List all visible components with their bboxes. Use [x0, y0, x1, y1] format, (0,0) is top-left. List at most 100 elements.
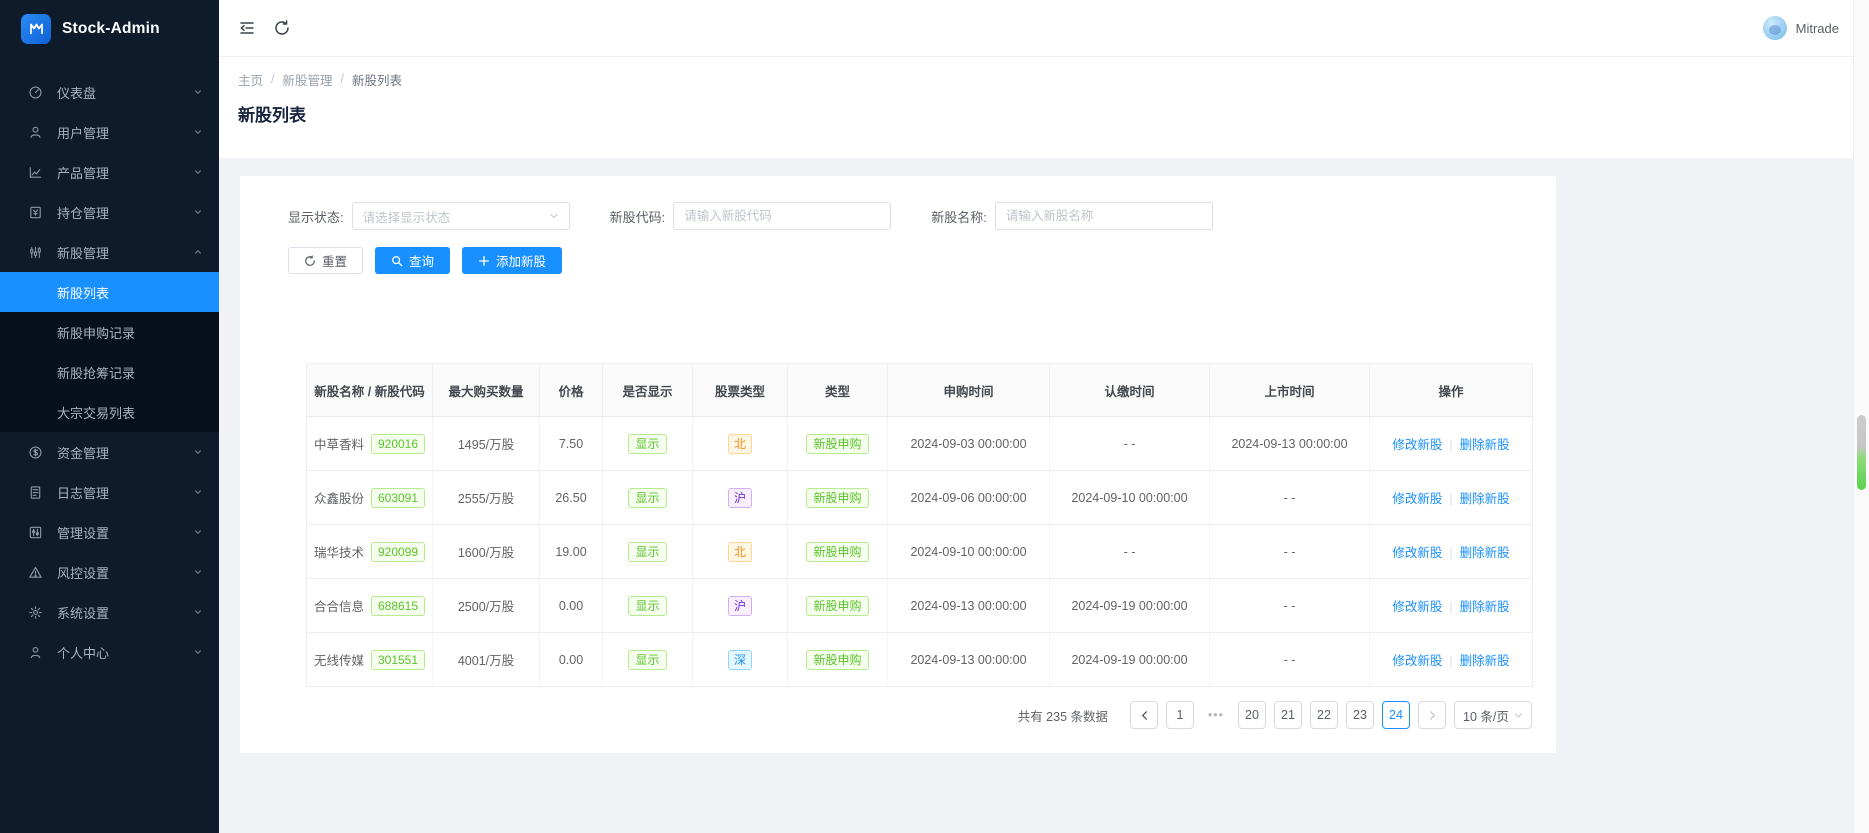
breadcrumb-separator: / — [271, 72, 274, 86]
sidebar-item-position-management[interactable]: 持仓管理 — [0, 192, 219, 232]
type-tag: 新股申购 — [806, 434, 868, 454]
delete-stock-link[interactable]: 删除新股 — [1460, 654, 1510, 668]
action-separator: | — [1449, 600, 1452, 614]
sidebar-item-risk-settings[interactable]: 风控设置 — [0, 552, 219, 592]
pagination-page-1[interactable]: 1 — [1166, 701, 1194, 729]
toolbar: 重置 查询 添加新股 — [288, 247, 1532, 274]
topbar-user[interactable]: Mitrade — [1763, 16, 1839, 40]
pagination-page-23[interactable]: 23 — [1346, 701, 1374, 729]
user-avatar — [1763, 16, 1787, 40]
chevron-down-icon — [193, 447, 203, 457]
market-tag: 深 — [728, 650, 752, 670]
stock-name: 无线传媒 — [314, 650, 364, 669]
filter-row: 显示状态: 请选择显示状态 新股代码: 新股名称: — [288, 202, 1532, 230]
delete-stock-link[interactable]: 删除新股 — [1460, 600, 1510, 614]
action-separator: | — [1449, 546, 1452, 560]
pagination-prev-button[interactable] — [1130, 701, 1158, 729]
stock-name: 合合信息 — [314, 596, 364, 615]
breadcrumb-current: 新股列表 — [352, 70, 402, 89]
add-new-stock-button[interactable]: 添加新股 — [462, 247, 562, 274]
refresh-icon[interactable] — [273, 19, 291, 37]
new-stock-table: 新股名称 / 新股代码 最大购买数量 价格 是否显示 股票类型 类型 申购时间 … — [306, 363, 1532, 687]
edit-stock-link[interactable]: 修改新股 — [1392, 546, 1442, 560]
market-tag: 北 — [728, 434, 752, 454]
action-separator: | — [1449, 438, 1452, 452]
sidebar-item-product-management[interactable]: 产品管理 — [0, 152, 219, 192]
list-time-cell: - - — [1210, 471, 1370, 525]
pagination-next-button[interactable] — [1418, 701, 1446, 729]
delete-stock-link[interactable]: 删除新股 — [1460, 546, 1510, 560]
sidebar-subitem-subscription-records[interactable]: 新股申购记录 — [0, 312, 219, 352]
visible-tag: 显示 — [628, 650, 666, 670]
sidebar-subitem-grab-records[interactable]: 新股抢筹记录 — [0, 352, 219, 392]
breadcrumb-new-stock-management[interactable]: 新股管理 — [283, 70, 333, 89]
content-area: 显示状态: 请选择显示状态 新股代码: 新股名称: — [219, 158, 1869, 833]
sidebar-item-profile-center[interactable]: 个人中心 — [0, 632, 219, 672]
list-time-cell: - - — [1210, 525, 1370, 579]
user-name: Mitrade — [1796, 21, 1839, 36]
log-icon — [28, 485, 43, 500]
sidebar-item-log-management[interactable]: 日志管理 — [0, 472, 219, 512]
stock-name-label: 新股名称: — [931, 207, 987, 226]
plus-icon — [478, 255, 490, 267]
stock-code-input[interactable] — [673, 202, 891, 230]
max-buy-cell: 2500/万股 — [433, 579, 540, 633]
delete-stock-link[interactable]: 删除新股 — [1460, 492, 1510, 506]
market-tag: 沪 — [728, 596, 752, 616]
edit-stock-link[interactable]: 修改新股 — [1392, 654, 1442, 668]
reset-icon — [304, 255, 316, 267]
visible-tag: 显示 — [628, 542, 666, 562]
col-name-code: 新股名称 / 新股代码 — [307, 364, 433, 417]
list-time-cell: 2024-09-13 00:00:00 — [1210, 417, 1370, 471]
sidebar-item-new-stock-management[interactable]: 新股管理 — [0, 232, 219, 272]
app-logo: Stock-Admin — [0, 0, 219, 57]
market-tag: 沪 — [728, 488, 752, 508]
edit-stock-link[interactable]: 修改新股 — [1392, 438, 1442, 452]
breadcrumb-home[interactable]: 主页 — [238, 70, 263, 89]
reset-button[interactable]: 重置 — [288, 247, 363, 274]
price-cell: 0.00 — [540, 633, 603, 687]
pagination-page-22[interactable]: 22 — [1310, 701, 1338, 729]
delete-stock-link[interactable]: 删除新股 — [1460, 438, 1510, 452]
table-row: 中草香料920016 1495/万股 7.50 显示 北 新股申购 2024-0… — [307, 417, 1533, 471]
sidebar-item-user-management[interactable]: 用户管理 — [0, 112, 219, 152]
chevron-down-icon — [193, 127, 203, 137]
sidebar-item-dashboard[interactable]: 仪表盘 — [0, 72, 219, 112]
chevron-down-icon — [193, 527, 203, 537]
pagination-ellipsis[interactable]: ••• — [1202, 701, 1230, 729]
col-type: 类型 — [788, 364, 888, 417]
candlestick-icon — [28, 245, 43, 260]
display-status-select[interactable]: 请选择显示状态 — [352, 202, 570, 230]
stock-name-input[interactable] — [995, 202, 1213, 230]
sidebar-subitem-new-stock-list[interactable]: 新股列表 — [0, 272, 219, 312]
type-tag: 新股申购 — [806, 542, 868, 562]
col-price: 价格 — [540, 364, 603, 417]
sidebar-item-system-settings[interactable]: 系统设置 — [0, 592, 219, 632]
col-apply-time: 申购时间 — [888, 364, 1050, 417]
search-button[interactable]: 查询 — [375, 247, 450, 274]
filter-stock-name: 新股名称: — [931, 202, 1213, 230]
pagination-page-20[interactable]: 20 — [1238, 701, 1266, 729]
stock-name: 瑞华技术 — [314, 542, 364, 561]
apply-time-cell: 2024-09-13 00:00:00 — [888, 579, 1050, 633]
stock-name: 众鑫股份 — [314, 488, 364, 507]
pagination-page-21[interactable]: 21 — [1274, 701, 1302, 729]
sidebar-item-funds-management[interactable]: 资金管理 — [0, 432, 219, 472]
chevron-down-icon — [193, 647, 203, 657]
pagination-page-24-active[interactable]: 24 — [1382, 701, 1410, 729]
edit-stock-link[interactable]: 修改新股 — [1392, 600, 1442, 614]
sidebar-item-admin-settings[interactable]: 管理设置 — [0, 512, 219, 552]
menu-fold-icon[interactable] — [238, 19, 256, 37]
sidebar-subitem-block-trade-list[interactable]: 大宗交易列表 — [0, 392, 219, 432]
col-visible: 是否显示 — [603, 364, 693, 417]
edit-stock-link[interactable]: 修改新股 — [1392, 492, 1442, 506]
filter-display-status: 显示状态: 请选择显示状态 — [288, 202, 570, 230]
chevron-down-icon — [193, 87, 203, 97]
pay-time-cell: - - — [1050, 417, 1210, 471]
scrollbar-thumb[interactable] — [1857, 415, 1866, 490]
vertical-scrollbar[interactable] — [1853, 0, 1869, 833]
page-size-select[interactable]: 10 条/页 — [1454, 701, 1532, 729]
pagination-total: 共有 235 条数据 — [1018, 706, 1108, 725]
visible-tag: 显示 — [628, 596, 666, 616]
type-tag: 新股申购 — [806, 650, 868, 670]
